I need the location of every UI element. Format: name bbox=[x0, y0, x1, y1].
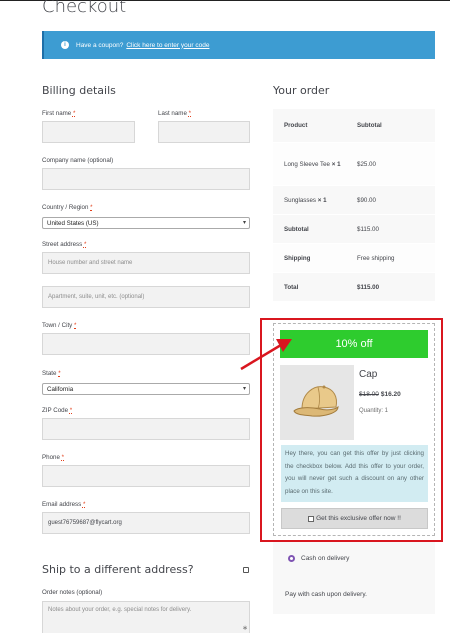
shipping-row: Shipping Free shipping bbox=[273, 244, 435, 273]
offer-quantity: Quantity: 1 bbox=[359, 408, 389, 414]
chevron-down-icon: ▾ bbox=[242, 220, 246, 226]
page-title: Checkout bbox=[42, 0, 127, 17]
offer-price: $18.00 $16.20 bbox=[359, 391, 401, 398]
town-label: Town / City * bbox=[42, 322, 77, 329]
last-name-field[interactable] bbox=[158, 121, 250, 143]
subtotal-row: Subtotal $115.00 bbox=[273, 215, 435, 244]
order-notes-field[interactable]: Notes about your order, e.g. special not… bbox=[42, 601, 250, 633]
zip-field[interactable] bbox=[42, 418, 250, 440]
billing-heading: Billing details bbox=[42, 84, 116, 97]
total-value: $115.00 bbox=[357, 283, 380, 291]
product-image bbox=[280, 365, 354, 440]
total-label: Total bbox=[284, 283, 299, 291]
total-row: Total $115.00 bbox=[273, 273, 435, 302]
phone-field[interactable] bbox=[42, 465, 250, 487]
enter-coupon-link[interactable]: Click here to enter your code bbox=[126, 42, 209, 49]
accept-offer-label: Get this exclusive offer now !! bbox=[316, 515, 401, 522]
resize-handle-icon[interactable]: ∗ bbox=[242, 625, 248, 632]
col-subtotal-header: Subtotal bbox=[357, 122, 382, 129]
phone-label: Phone * bbox=[42, 454, 65, 461]
chevron-down-icon: ▾ bbox=[242, 386, 246, 392]
email-field[interactable]: guest76759687@flycart.org bbox=[42, 512, 250, 534]
accept-offer-button[interactable]: Get this exclusive offer now !! bbox=[281, 508, 428, 529]
coupon-notice: i Have a coupon? Click here to enter you… bbox=[42, 31, 435, 59]
payment-panel bbox=[273, 542, 435, 614]
offer-new-price: $16.20 bbox=[380, 391, 401, 398]
offer-checkbox[interactable] bbox=[308, 515, 315, 522]
first-name-field[interactable] bbox=[42, 121, 135, 143]
street-label: Street address * bbox=[42, 241, 87, 248]
your-order-heading: Your order bbox=[273, 84, 330, 97]
order-notes-label: Order notes (optional) bbox=[42, 589, 103, 596]
country-label: Country / Region * bbox=[42, 204, 93, 211]
coupon-notice-text: Have a coupon? bbox=[76, 41, 124, 49]
info-icon: i bbox=[61, 41, 69, 49]
table-row: Sunglasses × 1 $90.00 bbox=[273, 186, 435, 215]
offer-description: Hey there, you can get this offer by jus… bbox=[281, 445, 428, 502]
street-address-field[interactable]: House number and street name bbox=[42, 252, 250, 274]
offer-old-price: $18.00 bbox=[359, 391, 379, 398]
subtotal-label: Subtotal bbox=[284, 225, 309, 233]
state-label: State * bbox=[42, 370, 61, 377]
country-select-value: United States (US) bbox=[47, 219, 99, 227]
shipping-label: Shipping bbox=[284, 254, 311, 262]
order-item-price: $90.00 bbox=[357, 196, 376, 204]
state-select-value: California bbox=[47, 385, 74, 393]
payment-method-description: Pay with cash upon delivery. bbox=[285, 591, 367, 598]
ship-different-heading: Ship to a different address? bbox=[42, 563, 194, 576]
cash-on-delivery-radio[interactable] bbox=[288, 555, 295, 562]
street-address-2-field[interactable]: Apartment, suite, unit, etc. (optional) bbox=[42, 286, 250, 308]
zip-label: ZIP Code * bbox=[42, 407, 73, 414]
last-name-label: Last name * bbox=[158, 110, 192, 117]
ship-different-checkbox[interactable] bbox=[243, 567, 249, 573]
town-field[interactable] bbox=[42, 333, 250, 355]
cap-icon bbox=[293, 385, 339, 417]
email-label: Email address * bbox=[42, 501, 86, 508]
offer-product-name: Cap bbox=[359, 369, 378, 380]
country-select[interactable]: United States (US) ▾ bbox=[42, 217, 250, 229]
payment-method-label: Cash on delivery bbox=[301, 555, 350, 562]
order-notes-placeholder: Notes about your order, e.g. special not… bbox=[48, 607, 192, 613]
col-product-header: Product bbox=[284, 122, 308, 129]
order-summary-table: Product Subtotal Long Sleeve Tee × 1 $25… bbox=[273, 109, 435, 302]
order-item-name: Long Sleeve Tee × 1 bbox=[284, 160, 341, 168]
offer-banner: 10% off bbox=[280, 330, 428, 358]
company-field[interactable] bbox=[42, 168, 250, 190]
state-select[interactable]: California ▾ bbox=[42, 383, 250, 395]
order-item-name: Sunglasses × 1 bbox=[284, 196, 327, 204]
table-row: Long Sleeve Tee × 1 $25.00 bbox=[273, 143, 435, 186]
subtotal-value: $115.00 bbox=[357, 225, 379, 233]
order-table-header: Product Subtotal bbox=[273, 109, 435, 143]
first-name-label: First name * bbox=[42, 110, 76, 117]
company-label: Company name (optional) bbox=[42, 157, 114, 164]
shipping-value: Free shipping bbox=[357, 254, 395, 262]
order-item-price: $25.00 bbox=[357, 160, 376, 168]
